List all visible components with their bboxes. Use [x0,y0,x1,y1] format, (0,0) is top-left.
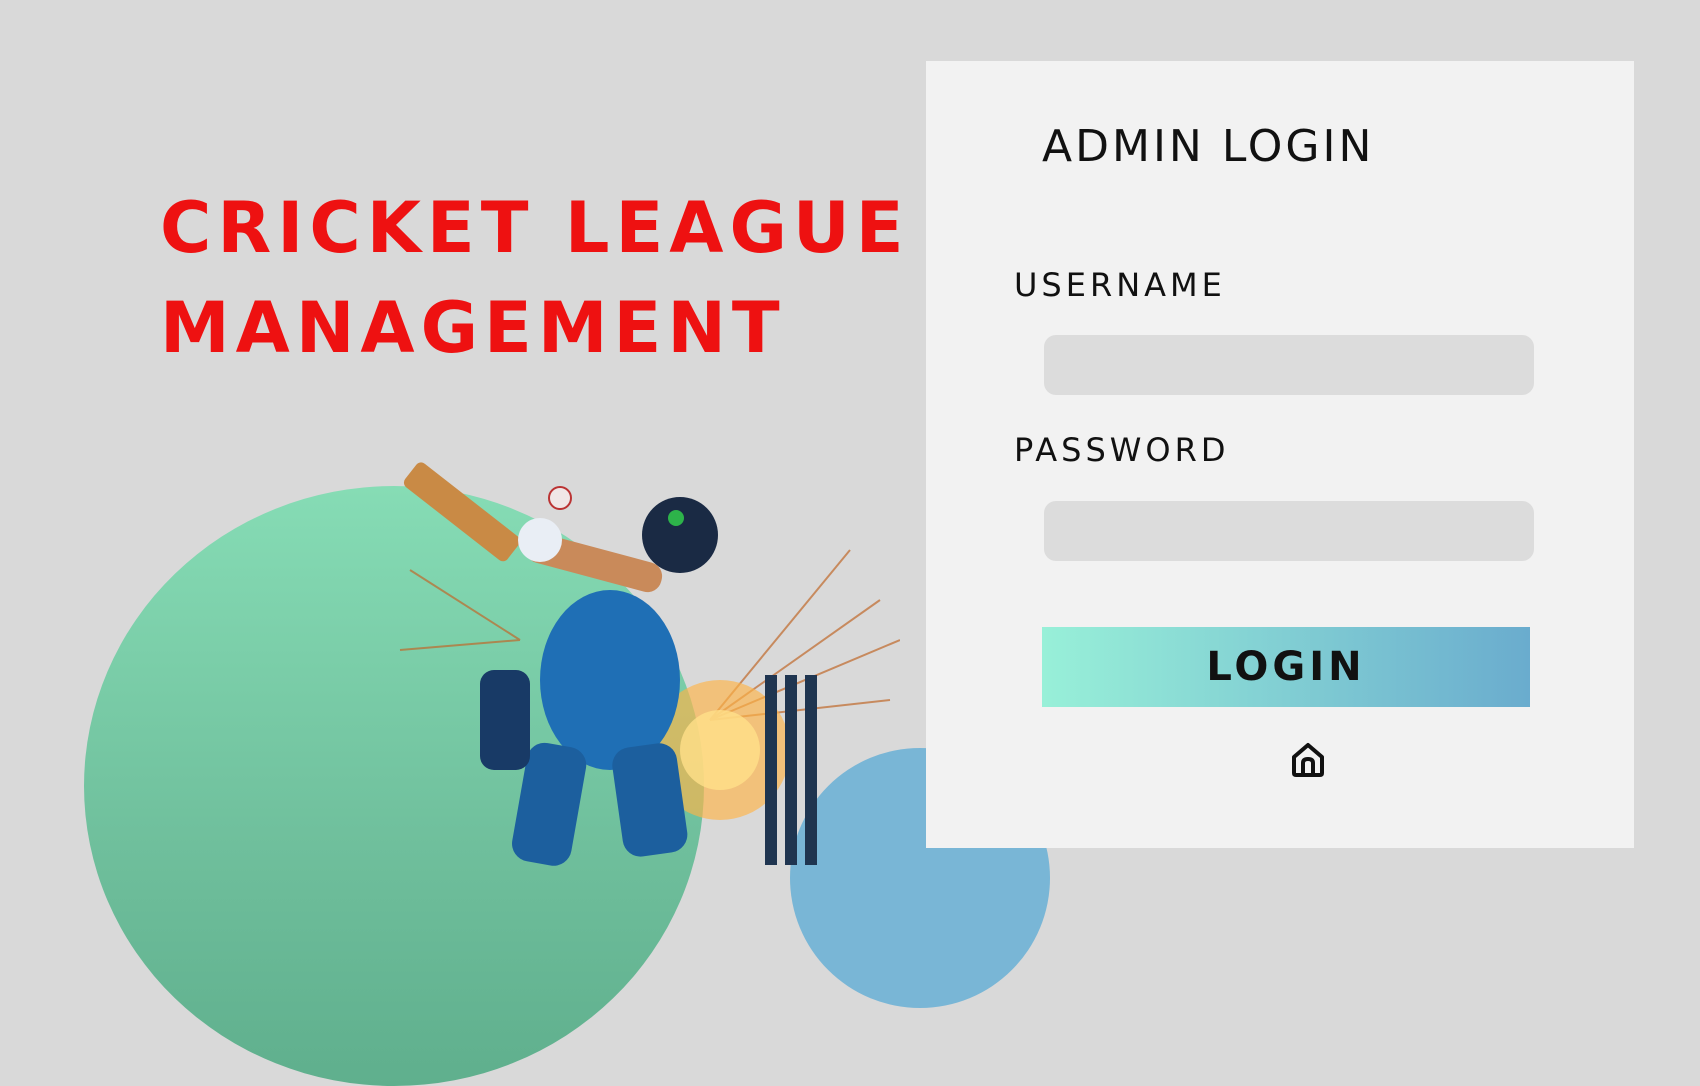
cricket-player-illustration [399,462,900,866]
login-panel: ADMIN LOGIN USERNAME PASSWORD LOGIN [926,61,1634,848]
login-title: ADMIN LOGIN [1042,121,1375,172]
login-button[interactable]: LOGIN [1042,627,1530,707]
password-input[interactable] [1044,501,1534,561]
password-label: PASSWORD [1014,431,1230,469]
username-label: USERNAME [1014,266,1226,304]
username-input[interactable] [1044,335,1534,395]
hero-title-line-1: CRICKET LEAGUE [160,187,910,269]
hero-title: CRICKET LEAGUE MANAGEMENT [160,178,910,378]
hero-title-line-2: MANAGEMENT [160,287,786,369]
home-icon[interactable] [1288,739,1328,779]
